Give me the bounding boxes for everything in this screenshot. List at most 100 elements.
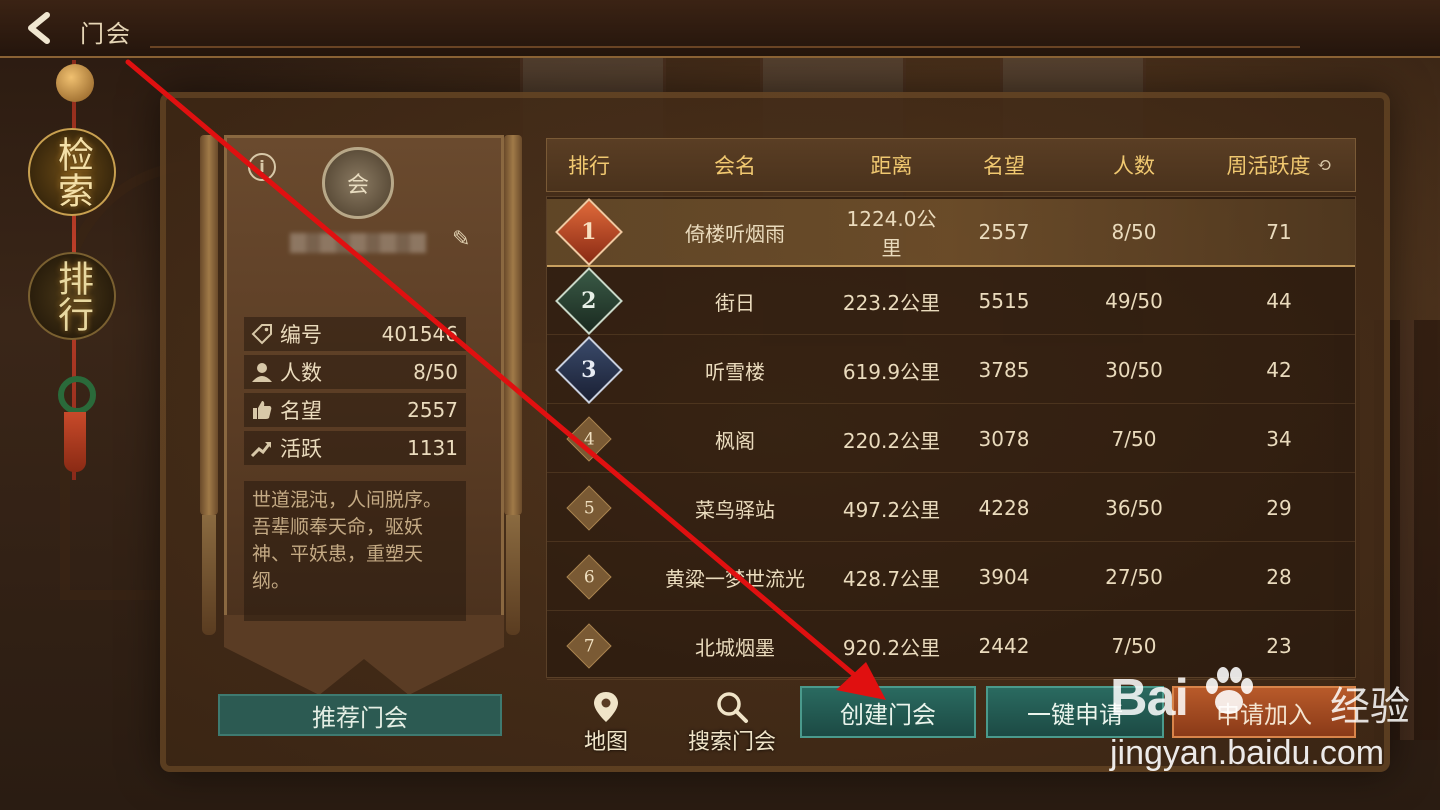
members-cell: 30/50 <box>1105 358 1163 382</box>
side-tab-ranking-label: 排行 <box>52 260 93 332</box>
stat-row-activity: 活跃 1131 <box>244 431 466 465</box>
map-button-label: 地图 <box>583 730 628 755</box>
rank-number: 6 <box>583 566 595 587</box>
table-row[interactable]: 6 黄粱一梦世流光 428.7公里 3904 27/50 28 <box>547 544 1355 611</box>
back-button[interactable] <box>14 8 66 48</box>
column-header-fame[interactable]: 名望 <box>944 150 1064 180</box>
table-row[interactable]: 7 北城烟墨 920.2公里 2442 7/50 23 <box>547 613 1355 680</box>
guild-name-cell: 菜鸟驿站 <box>695 497 775 522</box>
rank-number: 7 <box>583 635 595 656</box>
rank-badge-icon: 1 <box>555 198 623 266</box>
stat-row-fame: 名望 2557 <box>244 393 466 427</box>
activity-cell: 34 <box>1266 427 1292 451</box>
guild-name-cell: 黄粱一梦世流光 <box>665 566 805 591</box>
banner-pole <box>200 135 218 515</box>
one-key-apply-button[interactable]: 一键申请 <box>986 686 1164 738</box>
fame-cell: 3904 <box>978 565 1030 589</box>
rank-number: 3 <box>581 357 597 383</box>
stat-value: 8/50 <box>413 360 458 384</box>
apply-join-button[interactable]: 申请加入 <box>1172 686 1356 738</box>
column-header-activity-label: 周活跃度 <box>1226 154 1311 178</box>
stat-label: 名望 <box>280 399 322 423</box>
bell-ornament-icon <box>56 64 94 102</box>
table-row[interactable]: 5 菜鸟驿站 497.2公里 4228 36/50 29 <box>547 475 1355 542</box>
column-header-distance[interactable]: 距离 <box>839 150 944 180</box>
table-header: 排行 会名 距离 名望 人数 周活跃度 ⟲ <box>546 138 1356 192</box>
thumbs-up-icon <box>248 396 276 424</box>
banner-tassel <box>506 515 520 635</box>
activity-cell: 23 <box>1266 634 1292 658</box>
fame-cell: 5515 <box>978 289 1030 313</box>
guild-emblem-text: 会 <box>346 173 369 198</box>
guild-name-cell: 街日 <box>715 290 755 315</box>
distance-cell: 1224.0公里 <box>846 207 937 260</box>
trend-up-icon <box>248 434 276 462</box>
distance-cell: 619.9公里 <box>842 359 941 384</box>
recommend-guild-button[interactable]: 推荐门会 <box>218 694 502 736</box>
rank-badge-icon: 2 <box>555 267 623 335</box>
search-guild-label: 搜索门会 <box>687 730 776 755</box>
guild-name-cell: 枫阁 <box>715 428 755 453</box>
rank-cell: 7 <box>547 623 631 669</box>
rank-cell: 2 <box>547 267 631 335</box>
activity-cell: 28 <box>1266 565 1292 589</box>
refresh-icon[interactable]: ⟲ <box>1316 155 1331 176</box>
distance-cell: 220.2公里 <box>842 428 941 453</box>
top-bar: 门会 <box>0 0 1440 58</box>
guild-name-cell: 倚楼听烟雨 <box>685 221 785 246</box>
map-pin-icon <box>594 692 618 722</box>
guild-name-cell: 北城烟墨 <box>695 635 775 660</box>
side-tab-search[interactable]: 检索 <box>28 128 116 216</box>
rank-cell: 4 <box>547 416 631 462</box>
side-tab-ranking[interactable]: 排行 <box>28 252 116 340</box>
info-icon[interactable]: i <box>248 153 276 181</box>
activity-cell: 71 <box>1266 220 1292 244</box>
rank-cell: 6 <box>547 554 631 600</box>
person-icon <box>248 358 276 386</box>
jade-ring-icon <box>58 376 96 414</box>
members-cell: 49/50 <box>1105 289 1163 313</box>
members-cell: 7/50 <box>1111 427 1157 451</box>
column-header-activity[interactable]: 周活跃度 ⟲ <box>1204 150 1354 180</box>
members-cell: 27/50 <box>1105 565 1163 589</box>
guild-list-table: 排行 会名 距离 名望 人数 周活跃度 ⟲ 1 倚楼听烟雨 1224.0公里 2557… <box>546 138 1356 680</box>
guild-info-banner: i 会 ✎ 编号 401546 人数 8/50 名望 2557 活跃 1131 … <box>196 135 526 695</box>
search-guild-button[interactable]: 搜索门会 <box>682 690 782 756</box>
column-header-members[interactable]: 人数 <box>1064 150 1204 180</box>
edit-brush-icon[interactable]: ✎ <box>452 227 474 255</box>
table-row[interactable]: 2 街日 223.2公里 5515 49/50 44 <box>547 267 1355 335</box>
fame-cell: 2557 <box>978 220 1030 244</box>
stat-row-id: 编号 401546 <box>244 317 466 351</box>
distance-cell: 223.2公里 <box>842 290 941 315</box>
banner-tassel <box>202 515 216 635</box>
map-button[interactable]: 地图 <box>578 690 634 756</box>
rank-badge-icon: 4 <box>566 416 612 462</box>
distance-cell: 497.2公里 <box>842 497 941 522</box>
table-row[interactable]: 1 倚楼听烟雨 1224.0公里 2557 8/50 71 <box>547 198 1355 267</box>
stat-row-members: 人数 8/50 <box>244 355 466 389</box>
guild-name-redacted <box>290 233 426 253</box>
stat-value: 1131 <box>407 436 458 460</box>
tassel-ornament <box>64 412 86 472</box>
title-ornament <box>150 36 1300 48</box>
rank-cell: 1 <box>547 198 631 266</box>
fame-cell: 2442 <box>978 634 1030 658</box>
banner-pole <box>504 135 522 515</box>
magnifier-icon <box>717 692 748 723</box>
activity-cell: 29 <box>1266 496 1292 520</box>
stat-label: 人数 <box>280 361 322 385</box>
stat-label: 活跃 <box>280 437 322 461</box>
activity-cell: 42 <box>1266 358 1292 382</box>
table-row[interactable]: 3 听雪楼 619.9公里 3785 30/50 42 <box>547 336 1355 404</box>
stat-label: 编号 <box>280 323 322 347</box>
guild-name-cell: 听雪楼 <box>705 359 765 384</box>
fame-cell: 3078 <box>978 427 1030 451</box>
rank-number: 5 <box>583 497 595 518</box>
members-cell: 7/50 <box>1111 634 1157 658</box>
rank-cell: 5 <box>547 485 631 531</box>
table-row[interactable]: 4 枫阁 220.2公里 3078 7/50 34 <box>547 406 1355 473</box>
distance-cell: 428.7公里 <box>842 566 941 591</box>
rank-number: 1 <box>581 219 597 245</box>
create-guild-button[interactable]: 创建门会 <box>800 686 976 738</box>
activity-cell: 44 <box>1266 289 1292 313</box>
